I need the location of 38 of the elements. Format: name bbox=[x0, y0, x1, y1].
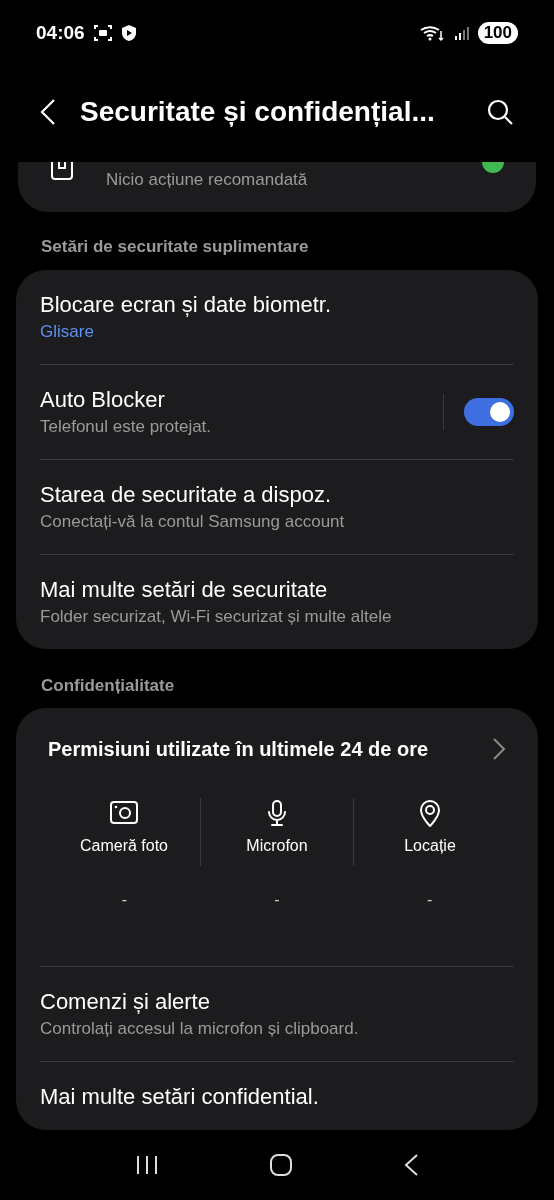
setting-title[interactable]: Mai multe setări de securitate bbox=[40, 574, 514, 605]
search-icon[interactable] bbox=[486, 98, 514, 126]
setting-summary: Glisare bbox=[40, 320, 95, 343]
permission-usage: - bbox=[120, 890, 128, 910]
setting-title[interactable]: Blocare ecran și date biometr. bbox=[40, 289, 514, 320]
permissions-title[interactable]: Permisiuni utilizate în ultimele 24 de ore bbox=[48, 734, 429, 764]
setting-title[interactable]: Starea de securitate a dispoz. bbox=[40, 479, 514, 510]
signal-icon bbox=[453, 25, 470, 41]
wifi-icon bbox=[419, 23, 446, 43]
microphone-icon bbox=[265, 799, 289, 827]
security-status-card[interactable]: Nicio acțiune recomandată bbox=[18, 162, 536, 212]
back-icon[interactable] bbox=[403, 1153, 419, 1177]
location-pin-icon bbox=[418, 798, 442, 828]
permission-usage: - bbox=[426, 890, 434, 910]
section-header: Confidențialitate bbox=[40, 674, 176, 697]
permission-label[interactable]: Locație bbox=[404, 834, 456, 858]
home-icon[interactable] bbox=[269, 1153, 293, 1177]
permission-usage: - bbox=[273, 890, 281, 910]
setting-title[interactable]: Auto Blocker bbox=[40, 384, 443, 415]
setting-summary: Conectați-vă la contul Samsung account bbox=[40, 510, 346, 533]
permission-label[interactable]: Microfon bbox=[246, 834, 308, 858]
camera-icon bbox=[109, 800, 139, 826]
chevron-right-icon[interactable] bbox=[492, 737, 506, 761]
screenshot-icon bbox=[92, 24, 113, 42]
status-time: 04:06 bbox=[36, 20, 85, 45]
permission-label[interactable]: Cameră foto bbox=[79, 834, 168, 858]
shield-icon bbox=[120, 24, 137, 42]
status-summary: Nicio acțiune recomandată bbox=[106, 169, 309, 191]
setting-title[interactable]: Mai multe setări confidential. bbox=[40, 1082, 514, 1112]
battery-level: 100 bbox=[477, 22, 518, 44]
setting-summary: Telefonul este protejat. bbox=[40, 415, 213, 438]
setting-title[interactable]: Comenzi și alerte bbox=[40, 987, 514, 1017]
toggle-switch[interactable] bbox=[464, 397, 514, 426]
recent-apps-icon[interactable] bbox=[135, 1155, 159, 1175]
setting-summary: Controlați accesul la microfon și clipboard. bbox=[40, 1018, 360, 1040]
section-header: Setări de securitate suplimentare bbox=[40, 236, 310, 258]
page-title: Securitate și confidențial... bbox=[80, 95, 436, 129]
setting-summary: Folder securizat, Wi-Fi securizat și multe altele bbox=[40, 605, 393, 628]
